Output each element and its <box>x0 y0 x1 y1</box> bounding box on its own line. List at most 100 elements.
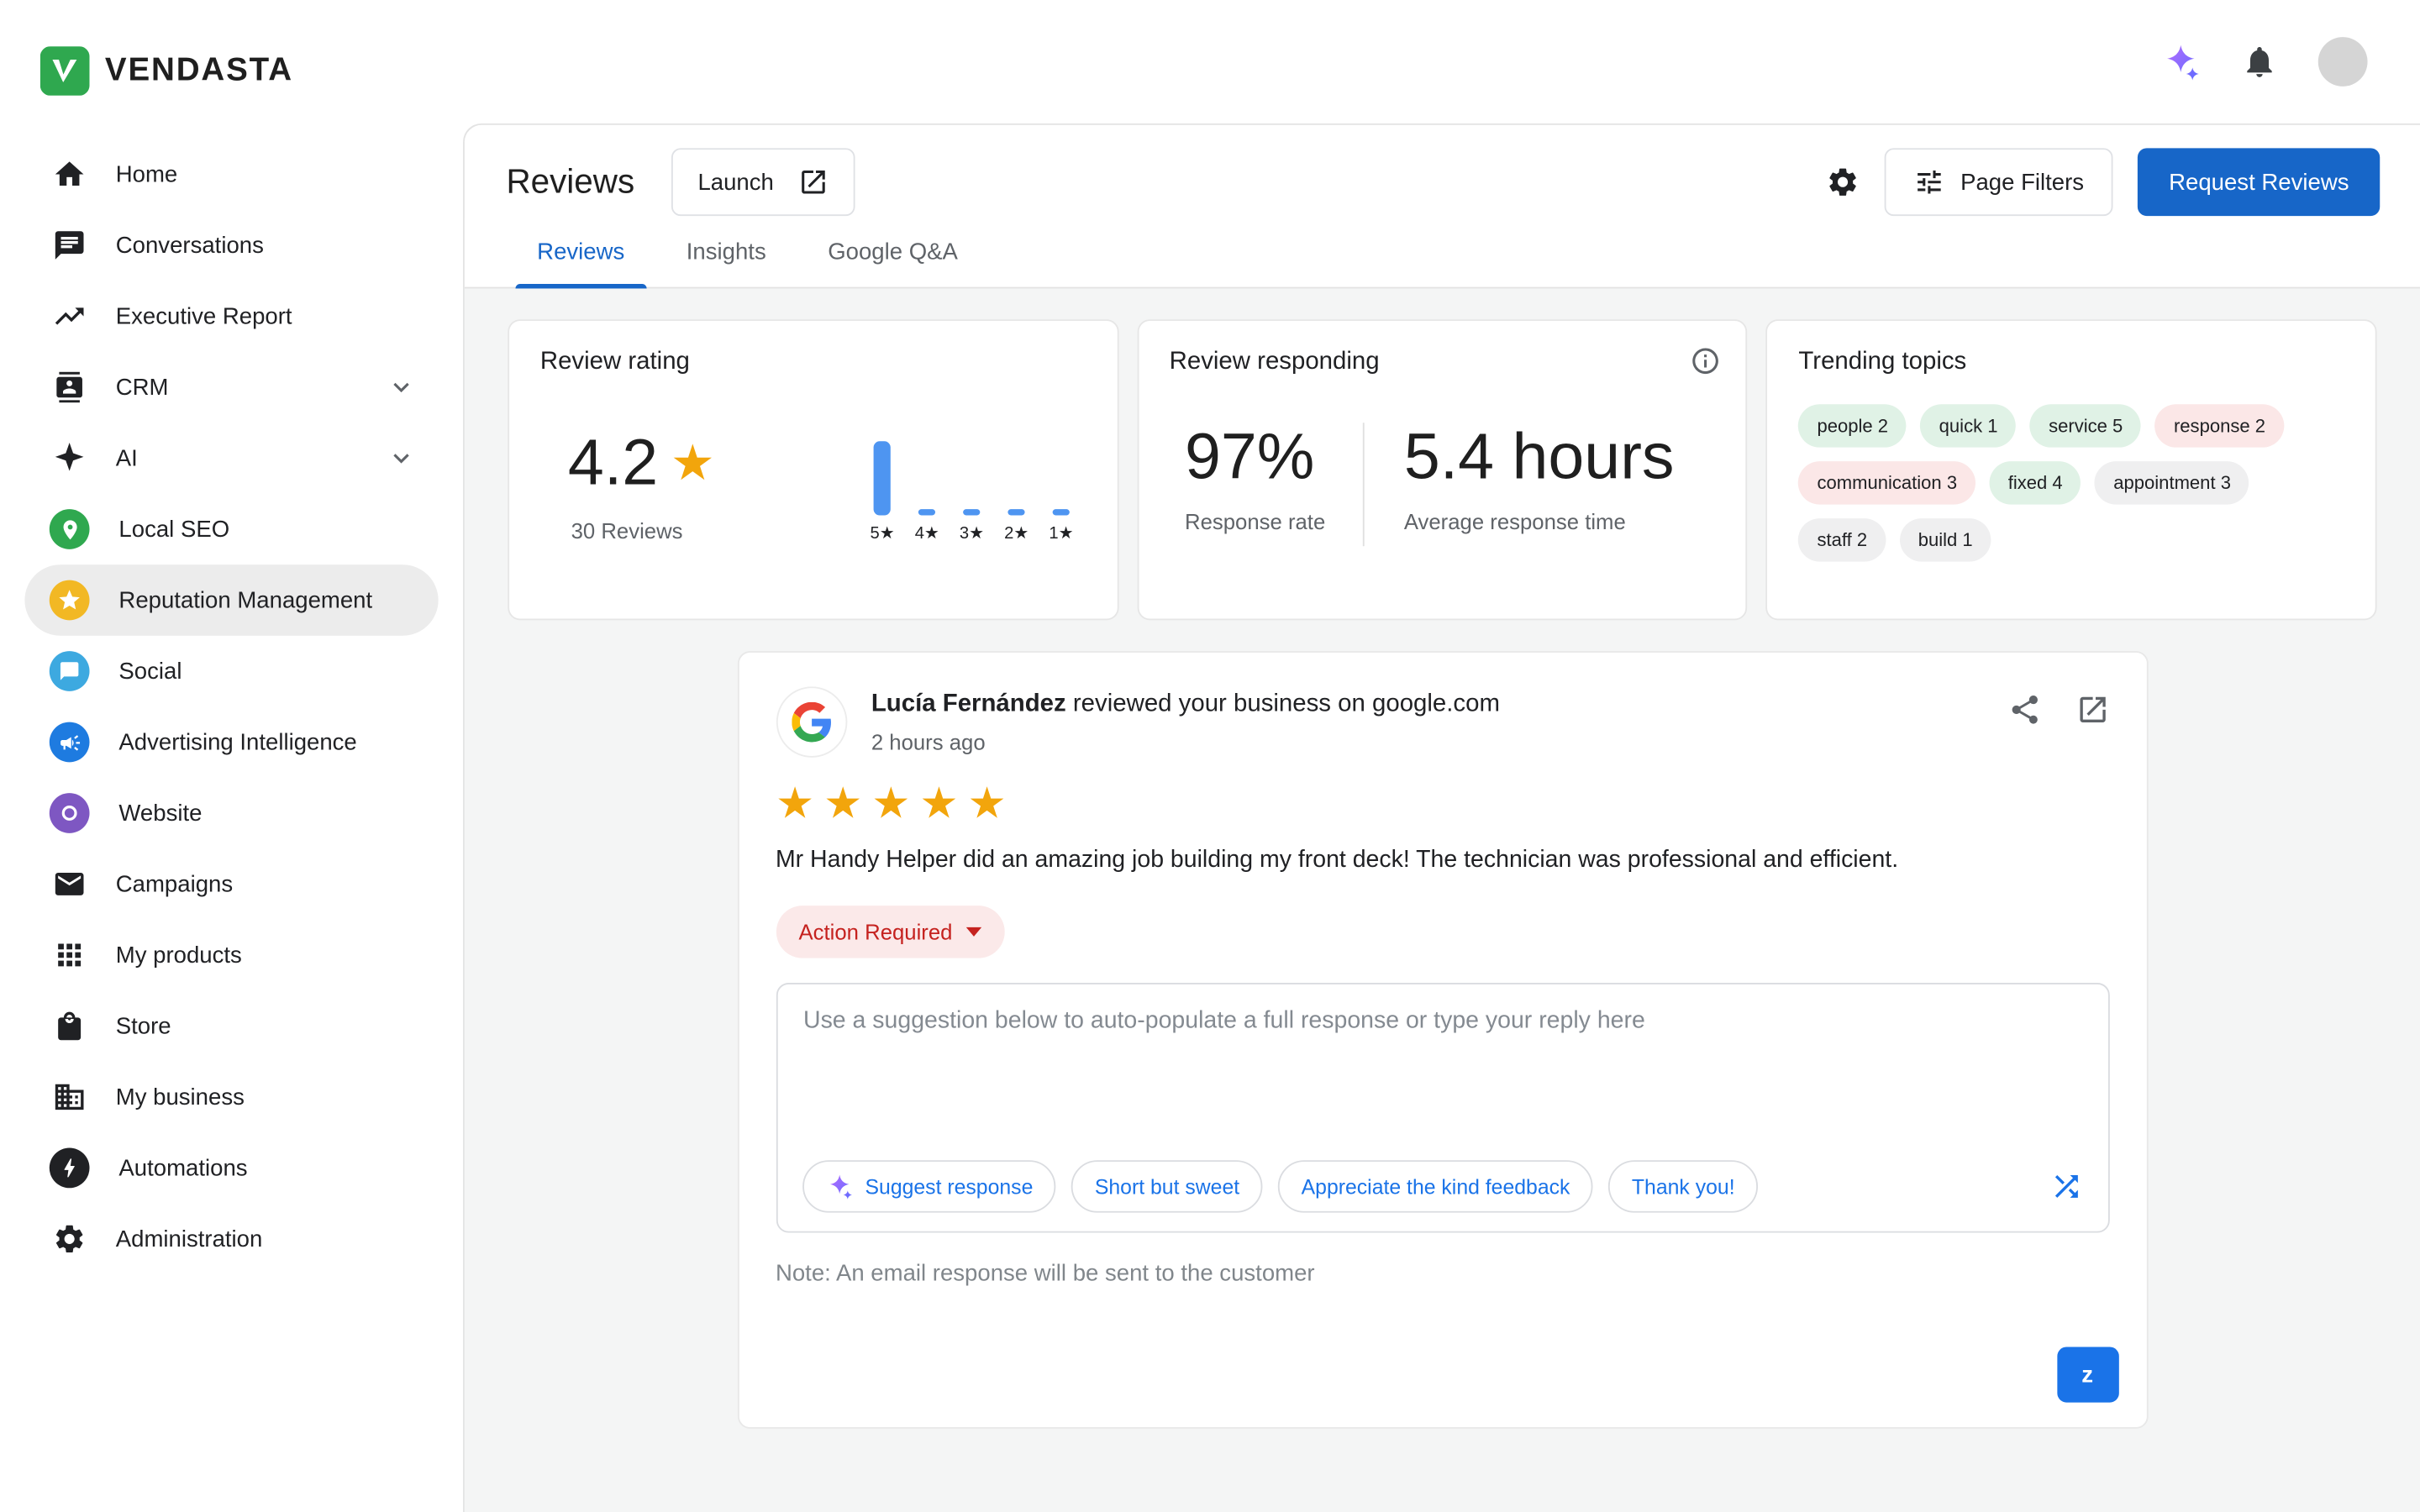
sidebar-item-administration[interactable]: Administration <box>24 1204 438 1274</box>
tab-label: Insights <box>687 239 766 265</box>
topic-chip[interactable]: communication 3 <box>1798 461 1975 504</box>
chat-widget-button[interactable]: z <box>2056 1347 2118 1402</box>
bar-label: 5★ <box>870 523 894 543</box>
sidebar-item-ai[interactable]: AI <box>24 423 438 493</box>
sparkle-icon <box>825 1173 853 1200</box>
bar-label: 4★ <box>915 523 939 543</box>
suggest-response-chip[interactable]: Suggest response <box>802 1160 1056 1212</box>
request-reviews-button[interactable]: Request Reviews <box>2138 148 2380 216</box>
launch-button[interactable]: Launch <box>671 148 855 216</box>
sidebar-item-website[interactable]: Website <box>24 778 438 848</box>
topic-chip[interactable]: quick 1 <box>1921 404 2017 447</box>
sidebar-item-social[interactable]: Social <box>24 636 438 706</box>
topic-chip[interactable]: service 5 <box>2030 404 2141 447</box>
sidebar-item-label: Automations <box>118 1155 247 1181</box>
sidebar-item-store[interactable]: Store <box>24 990 438 1061</box>
sidebar-item-reputation-management[interactable]: Reputation Management <box>24 564 438 635</box>
suggestion-label: Short but sweet <box>1095 1175 1239 1199</box>
settings-gear-icon[interactable] <box>1826 165 1860 199</box>
action-required-dropdown[interactable]: Action Required <box>776 906 1005 958</box>
vendasta-logo[interactable]: VENDASTA <box>0 0 463 96</box>
reviewer-name: Lucía Fernández <box>871 691 1066 717</box>
bar-3-star <box>963 509 980 515</box>
sidebar-item-label: CRM <box>116 374 169 400</box>
sidebar-item-label: Conversations <box>116 232 264 258</box>
ai-assistant-sparkle-icon[interactable] <box>2160 42 2201 82</box>
avg-response-time-value: 5.4 hours <box>1404 420 1675 494</box>
sidebar-item-label: AI <box>116 445 138 471</box>
bar-label: 2★ <box>1004 523 1028 543</box>
open-in-new-icon[interactable] <box>2075 693 2108 727</box>
sidebar-nav: Home Conversations Executive Report CRM … <box>0 139 463 1274</box>
chevron-down-icon <box>386 443 417 474</box>
sidebar-item-automations[interactable]: Automations <box>24 1132 438 1203</box>
avg-response-time-label: Average response time <box>1404 509 1675 533</box>
topic-chip[interactable]: fixed 4 <box>1990 461 2081 504</box>
tab-google-qa[interactable]: Google Q&A <box>797 218 988 287</box>
page-filters-label: Page Filters <box>1960 169 2084 195</box>
sidebar-item-campaigns[interactable]: Campaigns <box>24 848 438 919</box>
vendasta-logo-text: VENDASTA <box>105 52 293 89</box>
suggestion-chip[interactable]: Thank you! <box>1608 1160 1758 1212</box>
campaigns-mail-icon <box>52 867 86 900</box>
caret-down-icon <box>966 927 981 937</box>
response-rate-value: 97% <box>1185 420 1362 494</box>
review-rating-card: Review rating 4.2 ★ 30 Reviews 5★ 4★ 3★ … <box>508 319 1118 620</box>
tab-reviews[interactable]: Reviews <box>506 218 655 287</box>
local-seo-pin-icon <box>50 509 90 549</box>
sidebar-item-label: Local SEO <box>118 516 229 542</box>
sidebar-item-label: Executive Report <box>116 303 292 329</box>
topic-chip[interactable]: staff 2 <box>1798 518 1886 561</box>
chevron-down-icon <box>386 372 417 403</box>
sidebar-item-home[interactable]: Home <box>24 139 438 209</box>
app-root: VENDASTA Home Conversations Executive Re… <box>0 0 2420 1512</box>
page-header: Reviews Launch Page Filters Request Revi… <box>465 125 2420 218</box>
review-responding-card: Review responding 97% Response rate 5.4 … <box>1137 319 1748 620</box>
topic-chip[interactable]: appointment 3 <box>2095 461 2249 504</box>
response-rate-block: 97% Response rate <box>1170 420 1363 547</box>
tab-bar: Reviews Insights Google Q&A <box>465 218 2420 288</box>
share-icon[interactable] <box>2007 693 2041 727</box>
sidebar-item-conversations[interactable]: Conversations <box>24 210 438 281</box>
review-header: Lucía Fernández reviewed your business o… <box>776 686 2109 757</box>
open-in-new-icon <box>798 166 829 197</box>
topic-chip[interactable]: response 2 <box>2155 404 2284 447</box>
topic-chip[interactable]: build 1 <box>1900 518 1991 561</box>
social-bubble-icon <box>50 651 90 691</box>
sidebar-item-executive-report[interactable]: Executive Report <box>24 281 438 351</box>
shuffle-suggestions-icon[interactable] <box>2049 1169 2082 1203</box>
tab-insights[interactable]: Insights <box>655 218 797 287</box>
megaphone-icon <box>50 722 90 763</box>
star-icon: ★ <box>671 438 715 488</box>
info-icon[interactable] <box>1691 345 1722 376</box>
user-avatar[interactable] <box>2318 37 2368 87</box>
suggestion-chip[interactable]: Appreciate the kind feedback <box>1278 1160 1593 1212</box>
reputation-star-icon <box>50 580 90 621</box>
sidebar-item-my-business[interactable]: My business <box>24 1062 438 1132</box>
topic-chip[interactable]: people 2 <box>1798 404 1907 447</box>
sidebar-item-label: Store <box>116 1013 171 1039</box>
home-icon <box>52 157 86 191</box>
chart-bar-column: 5★ <box>870 426 894 543</box>
reply-input[interactable] <box>777 984 2107 1139</box>
trend-chart-icon <box>52 299 86 333</box>
page-filters-button[interactable]: Page Filters <box>1885 148 2113 216</box>
sidebar-item-label: Administration <box>116 1226 263 1252</box>
notifications-bell-icon[interactable] <box>2241 43 2278 80</box>
contacts-icon <box>52 370 86 404</box>
suggestion-chip[interactable]: Short but sweet <box>1071 1160 1262 1212</box>
sidebar-item-label: Advertising Intelligence <box>118 729 356 755</box>
review-timestamp: 2 hours ago <box>871 730 1500 754</box>
sidebar-item-my-products[interactable]: My products <box>24 920 438 990</box>
sidebar-item-label: Reputation Management <box>118 587 372 613</box>
launch-button-label: Launch <box>697 169 773 195</box>
reply-box: Suggest response Short but sweet Appreci… <box>776 983 2109 1233</box>
review-headline-rest: reviewed your business on google.com <box>1073 691 1500 717</box>
chart-bar-column: 1★ <box>1049 426 1073 543</box>
sidebar-item-crm[interactable]: CRM <box>24 352 438 423</box>
sidebar-item-label: Campaigns <box>116 871 233 897</box>
sidebar-item-local-seo[interactable]: Local SEO <box>24 494 438 564</box>
suggestion-label: Appreciate the kind feedback <box>1302 1175 1570 1199</box>
suggestion-label: Suggest response <box>865 1175 1033 1199</box>
sidebar-item-advertising-intelligence[interactable]: Advertising Intelligence <box>24 706 438 777</box>
